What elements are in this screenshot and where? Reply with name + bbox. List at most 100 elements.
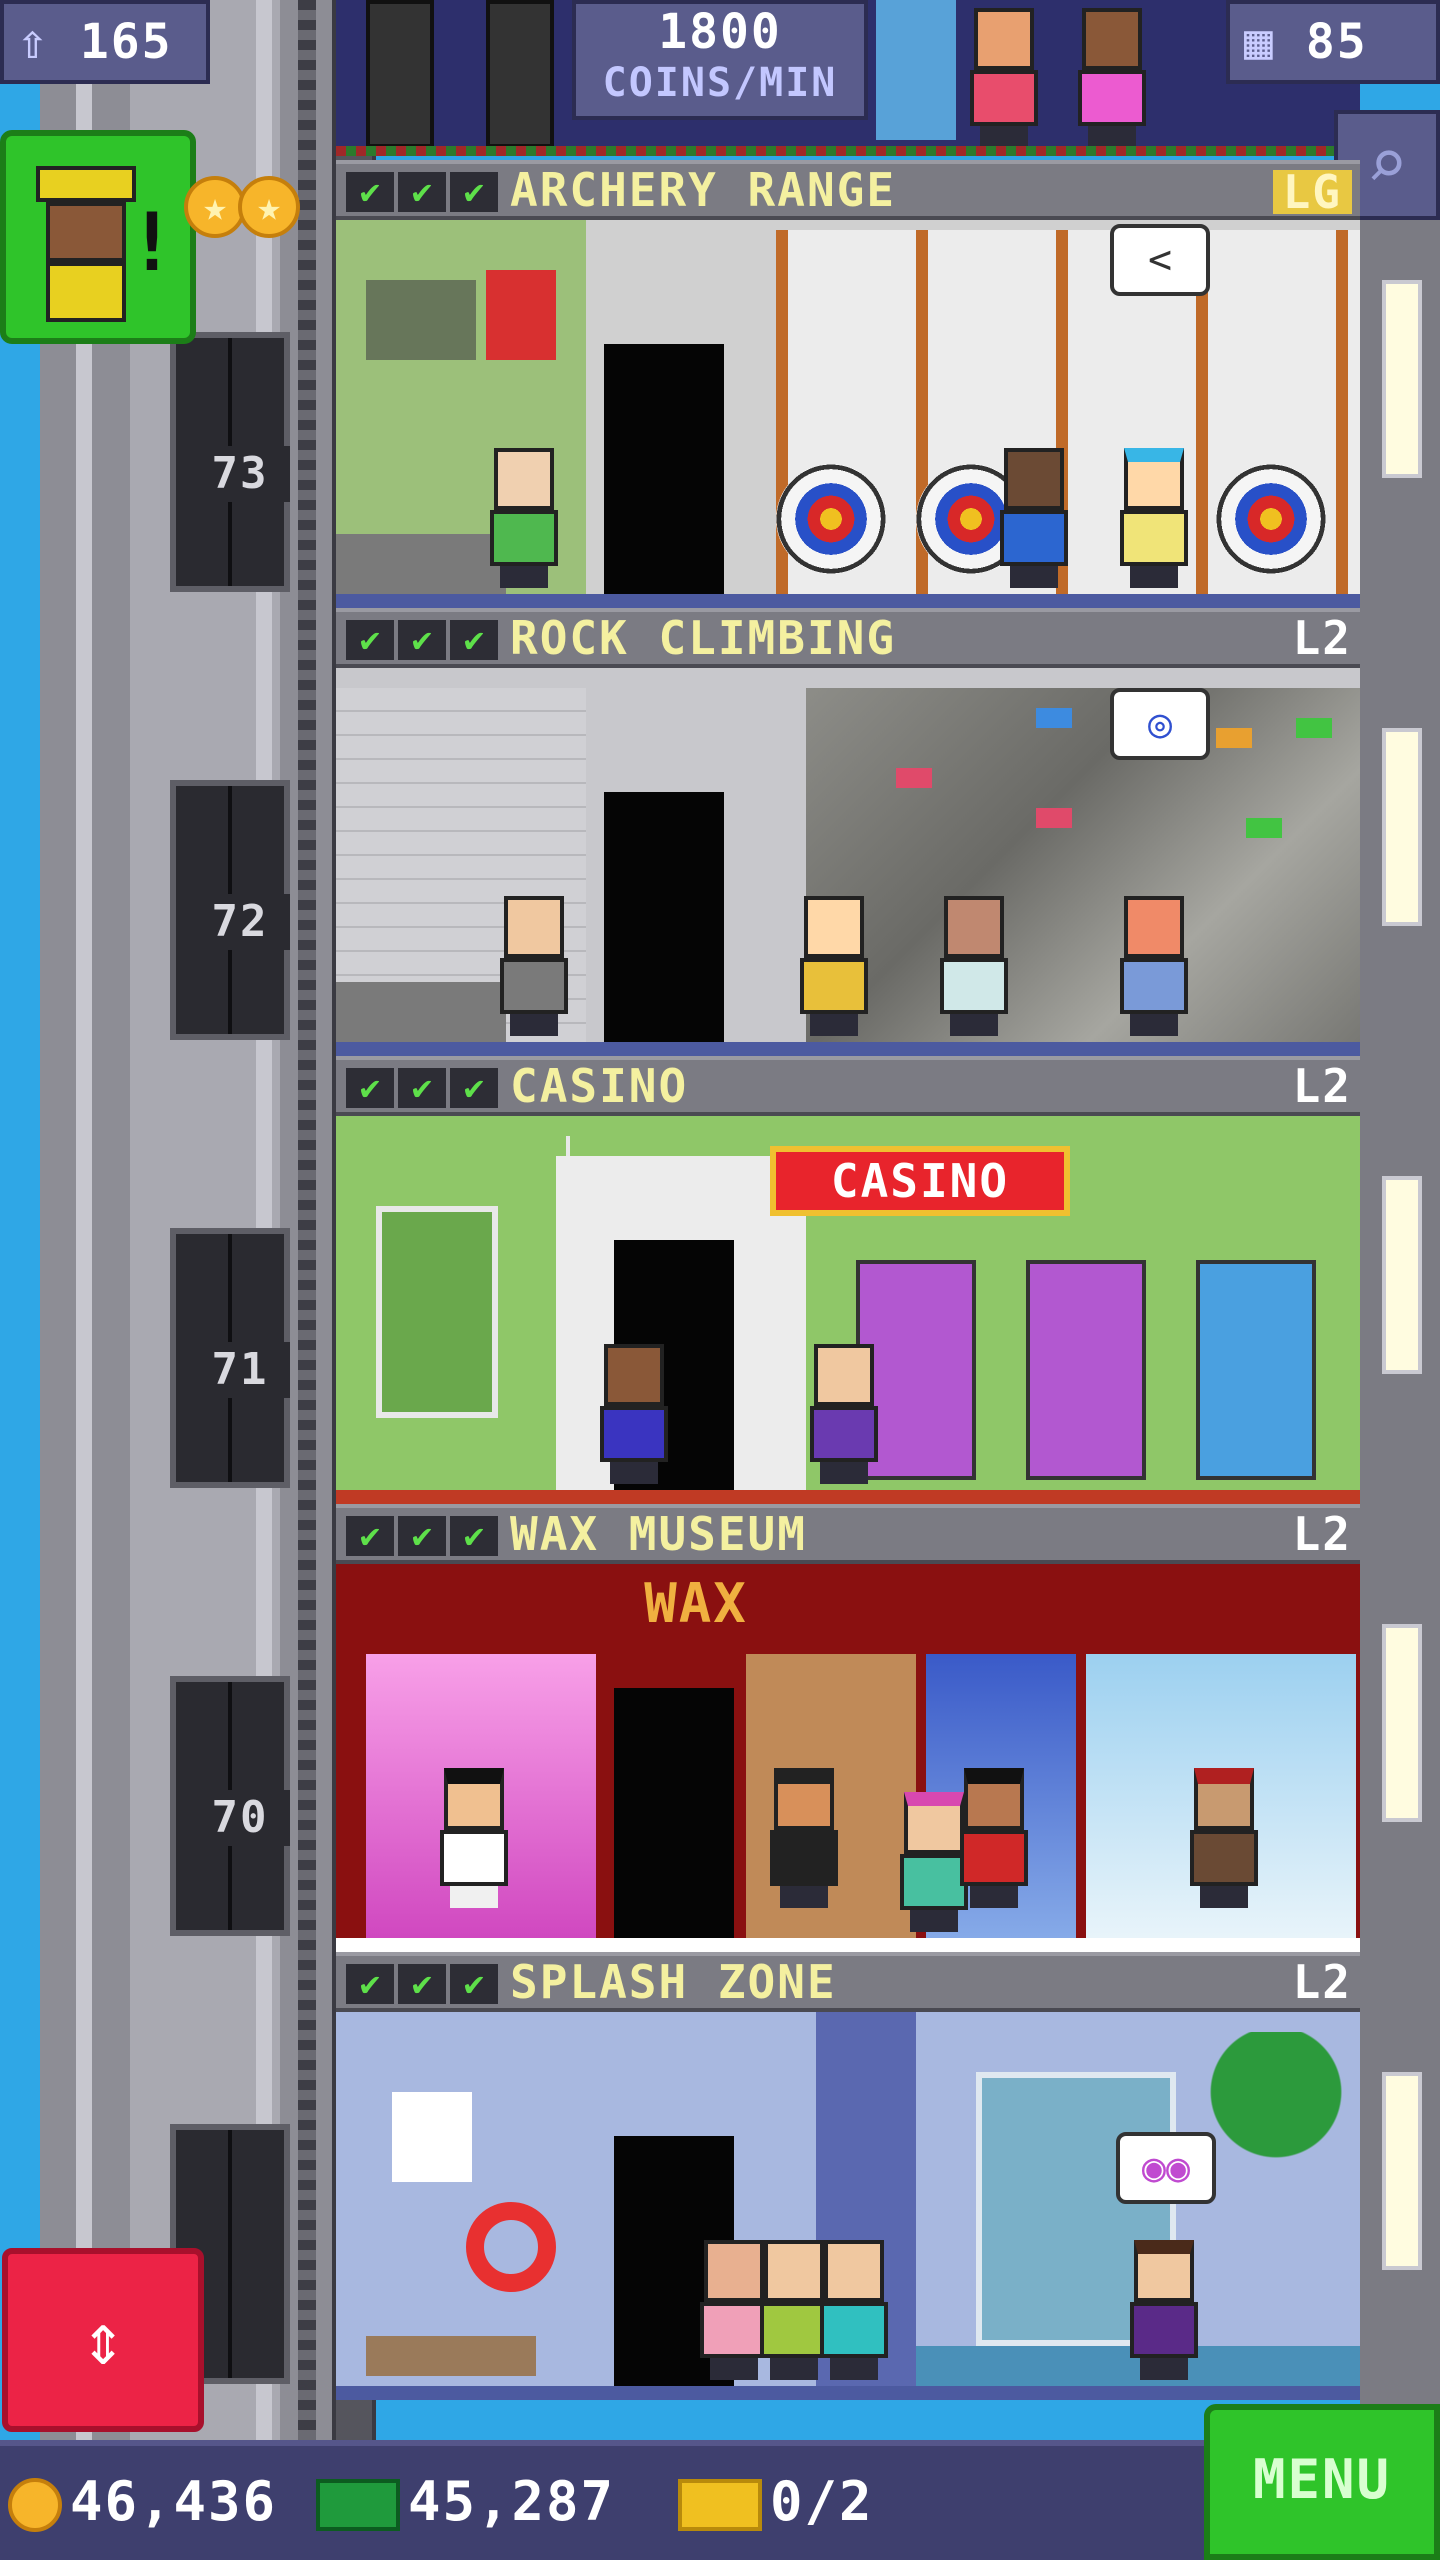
check-icon: ✔: [398, 172, 446, 212]
elevator-floor-number: 73: [190, 446, 290, 502]
game-screen: 73 72 71 70 ⇧ 165 1800 COINS/MIN ▦ 85 ⌕ …: [0, 0, 1440, 2560]
climbing-hold: [896, 768, 932, 788]
exclamation-icon: !: [127, 196, 176, 289]
slot-machine: [1196, 1260, 1316, 1480]
check-icon: ✔: [398, 1964, 446, 2004]
floor-splash-zone[interactable]: ✔ ✔ ✔ SPLASH ZONE L2 ◉◉: [336, 1952, 1360, 2400]
star-coin-icon[interactable]: ★: [184, 176, 246, 238]
check-icon: ✔: [346, 1516, 394, 1556]
population-value: 165: [79, 14, 173, 70]
arcade-machine: [486, 0, 554, 148]
menu-button[interactable]: MENU: [1204, 2404, 1440, 2560]
magnifier-icon: ⌕: [1365, 123, 1409, 205]
coins-value: 46,436: [70, 2470, 278, 2533]
floor-label[interactable]: ✔ ✔ ✔ ROCK CLIMBING L2: [336, 608, 1360, 668]
floor-label[interactable]: ✔ ✔ ✔ SPLASH ZONE L2: [336, 1952, 1360, 2012]
bitizen[interactable]: [796, 896, 872, 1036]
floor-level-badge: L2: [1292, 1955, 1352, 2009]
coins-display[interactable]: 46,436: [8, 2462, 277, 2542]
archery-target: [776, 464, 886, 574]
stock-checks: ✔ ✔ ✔: [346, 620, 498, 660]
up-down-arrows-icon: ⇕: [81, 2297, 125, 2381]
speech-bubble: <: [1110, 224, 1210, 296]
golden-ticket-icon: [678, 2479, 762, 2532]
claw-machine: [876, 0, 956, 140]
star-coin-icon[interactable]: ★: [238, 176, 300, 238]
person-up-icon: ⇧: [18, 14, 49, 70]
wax-figure: [436, 1768, 512, 1908]
vip-bitizen-alert-button[interactable]: !: [0, 130, 196, 344]
floor-base: [336, 594, 1360, 608]
bux-display[interactable]: 45,287: [316, 2462, 615, 2542]
tickets-value: 0/2: [770, 2470, 874, 2533]
bitizen[interactable]: [1074, 8, 1150, 148]
counter: [336, 534, 506, 594]
floor-label[interactable]: ✔ ✔ ✔ WAX MUSEUM L2: [336, 1504, 1360, 1564]
coins-per-min-value: 1800: [658, 4, 782, 60]
room-door[interactable]: [604, 792, 724, 1042]
bitizen[interactable]: [936, 896, 1012, 1036]
population-counter[interactable]: ⇧ 165: [0, 0, 210, 84]
bux-icon: [316, 2479, 400, 2532]
floor-level-badge: L2: [1292, 1507, 1352, 1561]
floor-label[interactable]: ✔ ✔ ✔ CASINO L2: [336, 1056, 1360, 1116]
stock-checks: ✔ ✔ ✔: [346, 1068, 498, 1108]
floor-casino[interactable]: ✔ ✔ ✔ CASINO L2 CASINO: [336, 1056, 1360, 1504]
coins-per-min-display: 1800 COINS/MIN: [572, 0, 868, 120]
climbing-hold: [1246, 818, 1282, 838]
palm-tree: [1196, 2032, 1356, 2232]
bitizen-employee[interactable]: [496, 896, 572, 1036]
climbing-hold: [1036, 708, 1072, 728]
floor-archery-range[interactable]: ✔ ✔ ✔ ARCHERY RANGE LG <: [336, 160, 1360, 608]
floor-level-badge: LG: [1272, 169, 1352, 215]
bitizen[interactable]: [1116, 896, 1192, 1036]
floor-name: CASINO: [510, 1059, 689, 1113]
hard-hat-icon: [36, 166, 136, 202]
bitizen[interactable]: [1126, 2240, 1202, 2380]
check-icon: ✔: [450, 172, 498, 212]
check-icon: ✔: [398, 1068, 446, 1108]
wax-sign: WAX: [644, 1572, 748, 1635]
elevator-button[interactable]: ⇕: [2, 2248, 204, 2432]
room-door[interactable]: [614, 1688, 734, 1938]
bitizen-employee[interactable]: [486, 448, 562, 588]
bitizen[interactable]: [1116, 448, 1192, 588]
life-ring: [466, 2202, 556, 2292]
shaft-rail: [76, 0, 92, 2440]
floor-wax-museum[interactable]: ✔ ✔ ✔ WAX MUSEUM L2 WAX: [336, 1504, 1360, 1952]
floor-name: ARCHERY RANGE: [510, 163, 897, 217]
climbing-hold: [1296, 718, 1332, 738]
elevator-floor-number: 70: [190, 1790, 290, 1846]
elevator-shaft[interactable]: 73 72 71 70: [40, 0, 376, 2440]
bitizen[interactable]: [596, 1344, 672, 1484]
check-icon: ✔: [346, 172, 394, 212]
stock-checks: ✔ ✔ ✔: [346, 1516, 498, 1556]
bitizen-face-icon: [46, 202, 126, 262]
room-interior: ◉◉: [336, 2012, 1360, 2386]
floor-label[interactable]: ✔ ✔ ✔ ARCHERY RANGE LG: [336, 160, 1360, 220]
tickets-display[interactable]: 0/2: [678, 2462, 874, 2542]
stock-checks: ✔ ✔ ✔: [346, 1964, 498, 2004]
floor-name: WAX MUSEUM: [510, 1507, 807, 1561]
window: [1382, 1176, 1422, 1374]
stock-checks: ✔ ✔ ✔: [346, 172, 498, 212]
bitizen[interactable]: [966, 8, 1042, 148]
floor-rock-climbing[interactable]: ✔ ✔ ✔ ROCK CLIMBING L2 ◎: [336, 608, 1360, 1056]
room-interior: WAX: [336, 1564, 1360, 1938]
floors-counter[interactable]: ▦ 85: [1226, 0, 1440, 84]
carpet-trim: [336, 146, 1360, 156]
speech-bubble-icon: ◎: [1110, 688, 1210, 760]
elevator-floor-number: 71: [190, 1342, 290, 1398]
bitizen[interactable]: [816, 2240, 892, 2380]
room-door[interactable]: [604, 344, 724, 594]
floor-base: [336, 2386, 1360, 2400]
bitizen[interactable]: [806, 1344, 882, 1484]
floor-level-badge: L2: [1292, 611, 1352, 665]
wall-notice: [392, 2092, 472, 2182]
check-icon: ✔: [398, 620, 446, 660]
check-icon: ✔: [450, 620, 498, 660]
floor-name: ROCK CLIMBING: [510, 611, 897, 665]
bitizen[interactable]: [996, 448, 1072, 588]
tower-right-wall: [1360, 220, 1440, 2440]
climbing-hold: [1216, 728, 1252, 748]
